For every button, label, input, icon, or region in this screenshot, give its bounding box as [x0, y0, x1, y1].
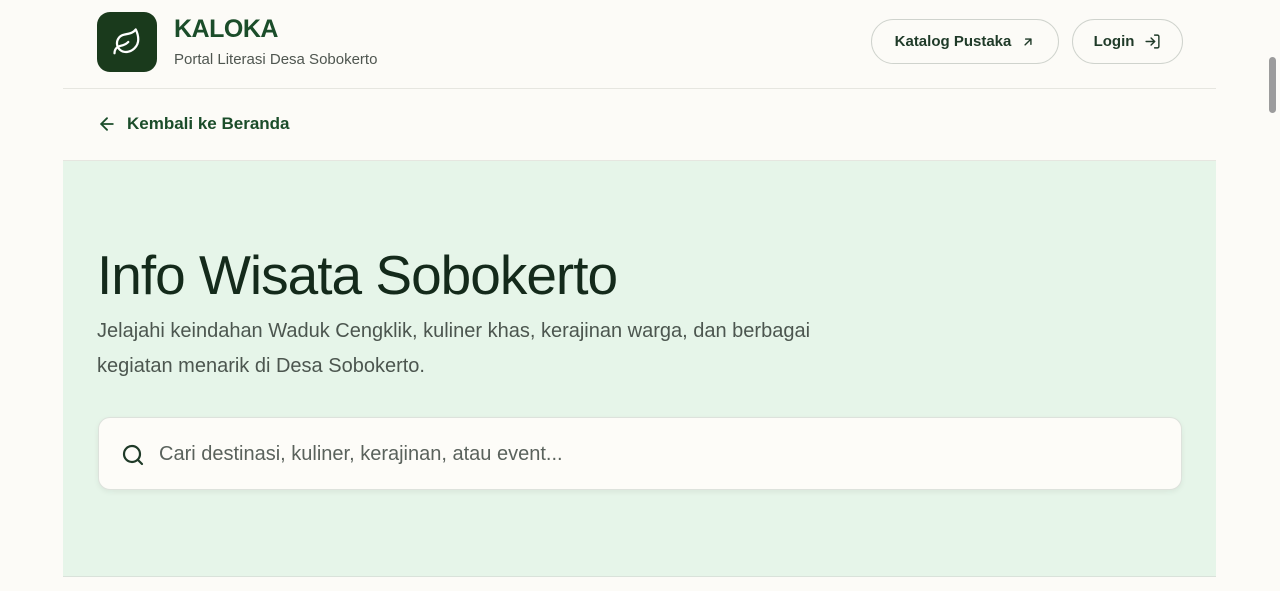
leaf-icon	[113, 28, 140, 55]
site-header: KALOKA Portal Literasi Desa Sobokerto Ka…	[63, 0, 1216, 89]
scrollbar-thumb[interactable]	[1269, 57, 1276, 113]
page-title: Info Wisata Sobokerto	[97, 244, 618, 306]
login-label: Login	[1093, 33, 1135, 50]
search-icon	[122, 444, 144, 466]
arrow-up-right-icon	[1024, 37, 1032, 46]
back-to-home-link[interactable]: Kembali ke Beranda	[97, 112, 290, 136]
login-button[interactable]: Login	[1072, 19, 1183, 64]
brand-title: KALOKA	[174, 15, 278, 43]
search-input[interactable]	[159, 432, 1159, 476]
brand-subtitle: Portal Literasi Desa Sobokerto	[174, 51, 378, 68]
katalog-pustaka-label: Katalog Pustaka	[894, 33, 1012, 50]
hero-section: Info Wisata Sobokerto Jelajahi keindahan…	[63, 161, 1216, 577]
search-bar	[98, 417, 1182, 490]
page: KALOKA Portal Literasi Desa Sobokerto Ka…	[0, 0, 1280, 591]
page-description: Jelajahi keindahan Waduk Cengklik, kulin…	[97, 320, 811, 377]
logo[interactable]	[97, 12, 157, 72]
arrow-left-icon	[100, 117, 114, 131]
login-icon	[1145, 34, 1160, 49]
katalog-pustaka-button[interactable]: Katalog Pustaka	[871, 19, 1059, 64]
back-link-label: Kembali ke Beranda	[127, 114, 290, 133]
